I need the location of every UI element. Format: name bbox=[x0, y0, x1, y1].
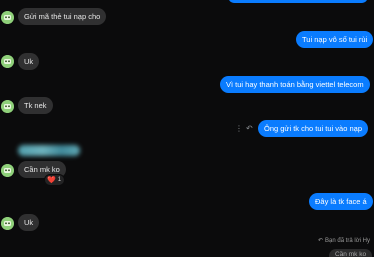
avatar-icon bbox=[1, 11, 14, 24]
outgoing-message-partial bbox=[228, 0, 368, 3]
reply-note: ↶ Bạn đã trả lời Hy bbox=[318, 237, 370, 245]
avatar-icon bbox=[1, 55, 14, 68]
contact-avatar[interactable] bbox=[1, 217, 14, 230]
heart-icon: ❤️ bbox=[47, 176, 56, 184]
reaction-count: 1 bbox=[57, 177, 62, 183]
message-bubble-incoming[interactable]: Tk nek bbox=[18, 97, 53, 114]
message-reaction[interactable]: ❤️ 1 bbox=[44, 174, 66, 186]
avatar-icon bbox=[1, 217, 14, 230]
contact-avatar[interactable] bbox=[1, 11, 14, 24]
reply-arrow-icon: ↶ bbox=[318, 238, 324, 244]
reply-icon[interactable]: ↶ bbox=[246, 125, 253, 133]
avatar-icon bbox=[1, 100, 14, 113]
message-bubble-incoming[interactable]: Uk bbox=[18, 53, 40, 70]
contact-avatar[interactable] bbox=[1, 100, 14, 113]
message-bubble-outgoing[interactable]: Đây là tk face á bbox=[309, 193, 373, 210]
contact-avatar[interactable] bbox=[1, 55, 14, 68]
contact-avatar[interactable] bbox=[1, 164, 14, 177]
message-bubble-outgoing[interactable]: Vì tui hay thanh toán bằng viettel telec… bbox=[220, 76, 370, 93]
message-bubble-outgoing[interactable]: Ông gửi tk cho tui tui vào nạp bbox=[258, 120, 368, 137]
more-options-icon[interactable]: ⋮ bbox=[235, 125, 243, 133]
chat-thread: Gửi mã thẻ tui nạp cho Tui nạp vô số tui… bbox=[0, 0, 374, 257]
message-bubble-outgoing[interactable]: Tui nạp vô số tui rùi bbox=[296, 31, 374, 48]
avatar-icon bbox=[1, 164, 14, 177]
reply-note-text: Bạn đã trả lời Hy bbox=[325, 238, 370, 244]
message-bubble-incoming[interactable]: Gửi mã thẻ tui nạp cho bbox=[18, 8, 107, 25]
sender-name-blurred bbox=[18, 145, 80, 156]
message-bubble-incoming[interactable]: Uk bbox=[18, 214, 40, 231]
quoted-message[interactable]: Cần mk ko bbox=[329, 249, 373, 257]
